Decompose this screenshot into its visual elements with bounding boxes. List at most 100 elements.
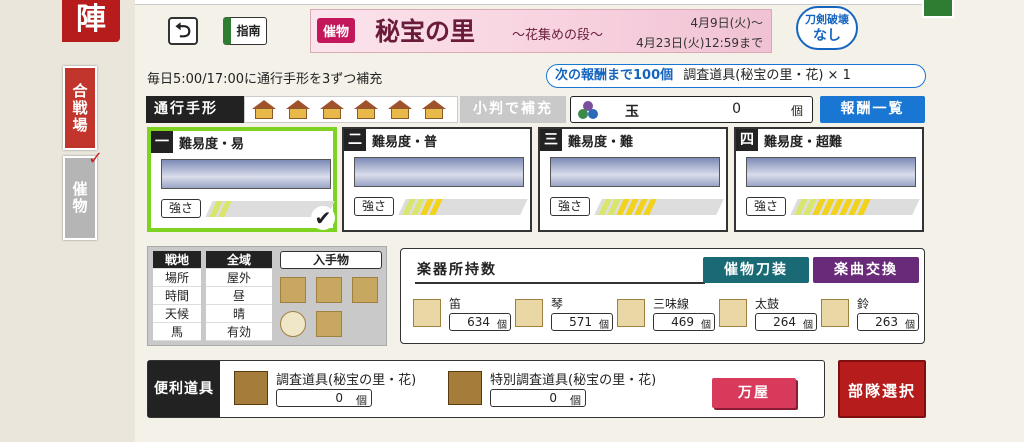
instrument-name: 鈴 [857, 297, 870, 311]
tool-unit: 個 [570, 394, 581, 407]
koto-icon [316, 277, 342, 303]
next-reward-box: 次の報酬まで100個 調査道具(秘宝の里・花) × 1 [546, 64, 926, 88]
gem-count: 0 [732, 101, 741, 117]
special-survey-tool-icon [448, 371, 482, 405]
pass-icon [283, 99, 313, 121]
back-icon: ⮌ [174, 18, 192, 42]
squad-select-button[interactable]: 部隊選択 [838, 360, 926, 418]
instrument-unit: 個 [599, 320, 609, 331]
badge-line1: 刀剣破壊 [805, 13, 849, 26]
reward-list-button[interactable]: 報酬一覧 [820, 96, 925, 123]
condition-value: 屋外 [206, 269, 272, 287]
instrument-item: 笛 634 個 [413, 295, 513, 337]
difficulty-card-normal[interactable]: 二 難易度・普 強さ [342, 127, 532, 232]
flute-icon [413, 299, 441, 327]
next-reward-item: 調査道具(秘宝の里・花) × 1 [683, 68, 851, 83]
difficulty-number: 三 [540, 129, 562, 151]
guide-button[interactable]: 指南 [223, 17, 267, 45]
difficulty-title: 難易度・普 [372, 135, 438, 150]
instrument-unit: 個 [701, 320, 711, 331]
survey-tool-icon [234, 371, 268, 405]
condition-key: 馬 [153, 323, 201, 341]
condition-value: 昼 [206, 287, 272, 305]
drum-icon [280, 311, 306, 337]
strength-meter [790, 199, 920, 215]
condition-value: 全域 [206, 251, 272, 269]
badge-line2: なし [813, 28, 841, 44]
strength-meter [594, 199, 724, 215]
difficulty-card-hard[interactable]: 三 難易度・難 強さ [538, 127, 728, 232]
instruments-panel: 楽器所持数 催物刀装 楽曲交換 笛 634 個 琴 571 個 三味線 469 … [400, 248, 925, 344]
difficulty-image [161, 159, 331, 189]
difficulty-number: 二 [344, 129, 366, 151]
refill-note: 毎日5:00/17:00に通行手形を3ずつ補充 [147, 72, 383, 87]
top-bar [135, 0, 925, 5]
banner-title: 秘宝の里 [375, 17, 476, 46]
difficulty-title: 難易度・難 [568, 135, 634, 150]
strength-label: 強さ [746, 197, 786, 216]
pass-icon [317, 99, 347, 121]
condition-key: 時間 [153, 287, 201, 305]
music-exchange-button[interactable]: 楽曲交換 [813, 257, 919, 283]
event-weapon-button[interactable]: 催物刀装 [703, 257, 809, 283]
condition-key: 天候 [153, 305, 201, 323]
instrument-unit: 個 [803, 320, 813, 331]
check-icon: ✓ [88, 148, 104, 169]
shamisen-icon [352, 277, 378, 303]
gem-icon [578, 101, 598, 119]
koban-refill-button[interactable]: 小判で補充 [460, 96, 566, 123]
pass-label: 通行手形 [146, 96, 244, 123]
event-banner[interactable]: 催物 秘宝の里 〜花集めの段〜 4月9日(火)〜 4月23日(火)12:59まで [310, 9, 772, 53]
pass-icon [351, 99, 381, 121]
gem-box: 玉 0 個 [570, 96, 813, 123]
flute-icon [280, 277, 306, 303]
instrument-name: 笛 [449, 297, 462, 311]
instrument-name: 琴 [551, 297, 564, 311]
tab-kassen[interactable]: 合戦場 [63, 66, 97, 150]
katana-break-badge: 刀剣破壊 なし [796, 6, 858, 50]
difficulty-title: 難易度・超難 [764, 135, 843, 150]
instrument-name: 太鼓 [755, 297, 780, 311]
pass-icon [249, 99, 279, 121]
strength-label: 強さ [354, 197, 394, 216]
difficulty-title: 難易度・易 [179, 137, 245, 152]
divider [415, 282, 705, 284]
strength-label: 強さ [161, 199, 201, 218]
banner-subtitle: 〜花集めの段〜 [512, 28, 604, 43]
pass-icon [419, 99, 449, 121]
instrument-name: 三味線 [653, 297, 690, 311]
drum-icon [719, 299, 747, 327]
difficulty-image [354, 157, 524, 187]
bell-icon [316, 311, 342, 337]
instrument-unit: 個 [905, 320, 915, 331]
instrument-unit: 個 [497, 320, 507, 331]
difficulty-number: 一 [151, 131, 173, 153]
instruments-title: 楽器所持数 [417, 262, 497, 278]
difficulty-card-extreme[interactable]: 四 難易度・超難 強さ [734, 127, 924, 232]
difficulty-card-easy[interactable]: 一 難易度・易 強さ ✔ [147, 127, 337, 232]
difficulty-image [746, 157, 916, 187]
pass-bar [244, 96, 458, 123]
conditions-panel: 戦地 場所 時間 天候 馬 全域 屋外 昼 晴 有効 入手物 [147, 246, 387, 346]
koto-icon [515, 299, 543, 327]
banner-date-end: 4月23日(火)12:59まで [636, 36, 763, 50]
condition-value: 有効 [206, 323, 272, 341]
condition-key: 戦地 [153, 251, 201, 269]
instrument-item: 鈴 263 個 [821, 295, 921, 337]
top-right-button[interactable] [922, 0, 954, 18]
instrument-item: 琴 571 個 [515, 295, 615, 337]
strength-label: 強さ [550, 197, 590, 216]
condition-key: 場所 [153, 269, 201, 287]
shop-button[interactable]: 万屋 [712, 378, 796, 408]
difficulty-image [550, 157, 720, 187]
condition-value: 晴 [206, 305, 272, 323]
strength-meter [398, 199, 528, 215]
shamisen-icon [617, 299, 645, 327]
tool-name: 調査道具(秘宝の里・花) [276, 373, 417, 388]
page-title: 陣 [62, 0, 120, 42]
tool-unit: 個 [356, 394, 367, 407]
next-reward-prefix: 次の報酬まで100個 [555, 68, 674, 83]
instrument-item: 太鼓 264 個 [719, 295, 819, 337]
back-button[interactable]: ⮌ [168, 17, 198, 45]
tools-label: 便利道具 [148, 361, 220, 417]
